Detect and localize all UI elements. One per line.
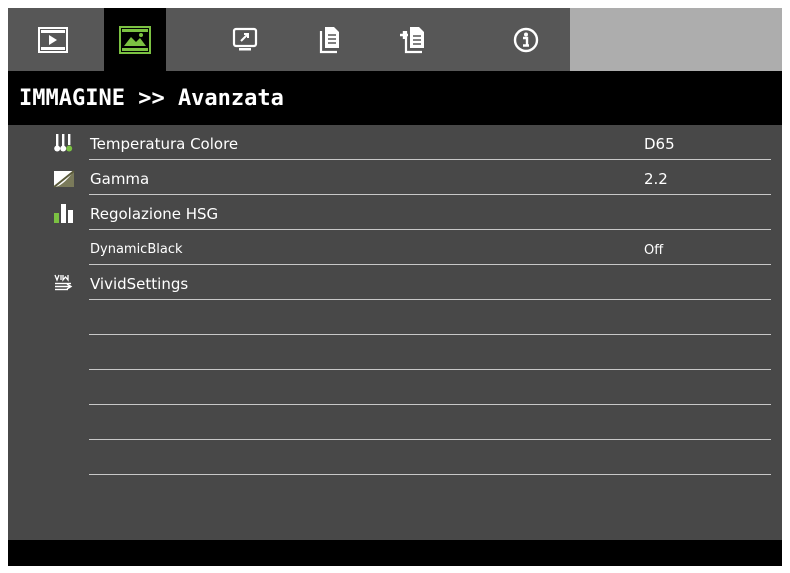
menu-item-color-temperature[interactable]: Temperatura Colore D65 [8,125,782,160]
menu-item-empty [8,440,782,475]
menu-item-label: Gamma [90,170,150,188]
gamma-curve-icon [53,170,75,188]
color-temperature-icon [54,134,73,152]
status-bar [8,540,782,566]
menu-item-empty [8,370,782,405]
monitor-icon [232,27,258,50]
page-title: IMMAGINE >> Avanzata [19,86,284,111]
menu-item-vivid-settings[interactable]: VividSettings [8,265,782,300]
hsg-bars-icon [54,204,73,223]
tab-options[interactable] [382,8,444,71]
row-divider [89,474,771,475]
menu-item-empty [8,335,782,370]
menu-item-label: VividSettings [90,275,189,293]
picture-landscape-icon [119,25,151,54]
menu-item-empty [8,405,782,440]
osd-menu-panel: IMMAGINE >> Avanzata Temperatura Colore … [8,8,782,566]
menu-item-gamma[interactable]: Gamma 2.2 [8,160,782,195]
title-bar: IMMAGINE >> Avanzata [8,71,782,125]
menu-item-value: Off [644,243,664,258]
tab-display[interactable] [214,8,276,71]
document-icon [319,26,339,53]
play-screen-icon [38,26,68,53]
info-icon [513,27,539,52]
menu-item-hsg-adjust[interactable]: Regolazione HSG [8,195,782,230]
menu-item-label: Regolazione HSG [90,205,219,223]
menu-item-value: 2.2 [644,170,668,188]
menu-item-label: DynamicBlack [90,242,183,257]
document-add-icon [400,26,424,53]
tab-info[interactable] [495,8,557,71]
tab-input-source[interactable] [22,8,84,71]
menu-item-dynamic-black[interactable]: DynamicBlack Off [8,230,782,265]
tab-bar [8,8,782,71]
vivid-settings-icon [54,274,73,291]
menu-item-value: D65 [644,135,675,153]
tab-bar-filler [570,8,782,71]
menu-item-empty [8,300,782,335]
tab-image[interactable] [104,8,166,71]
menu-item-label: Temperatura Colore [90,135,239,153]
tab-setup[interactable] [299,8,361,71]
